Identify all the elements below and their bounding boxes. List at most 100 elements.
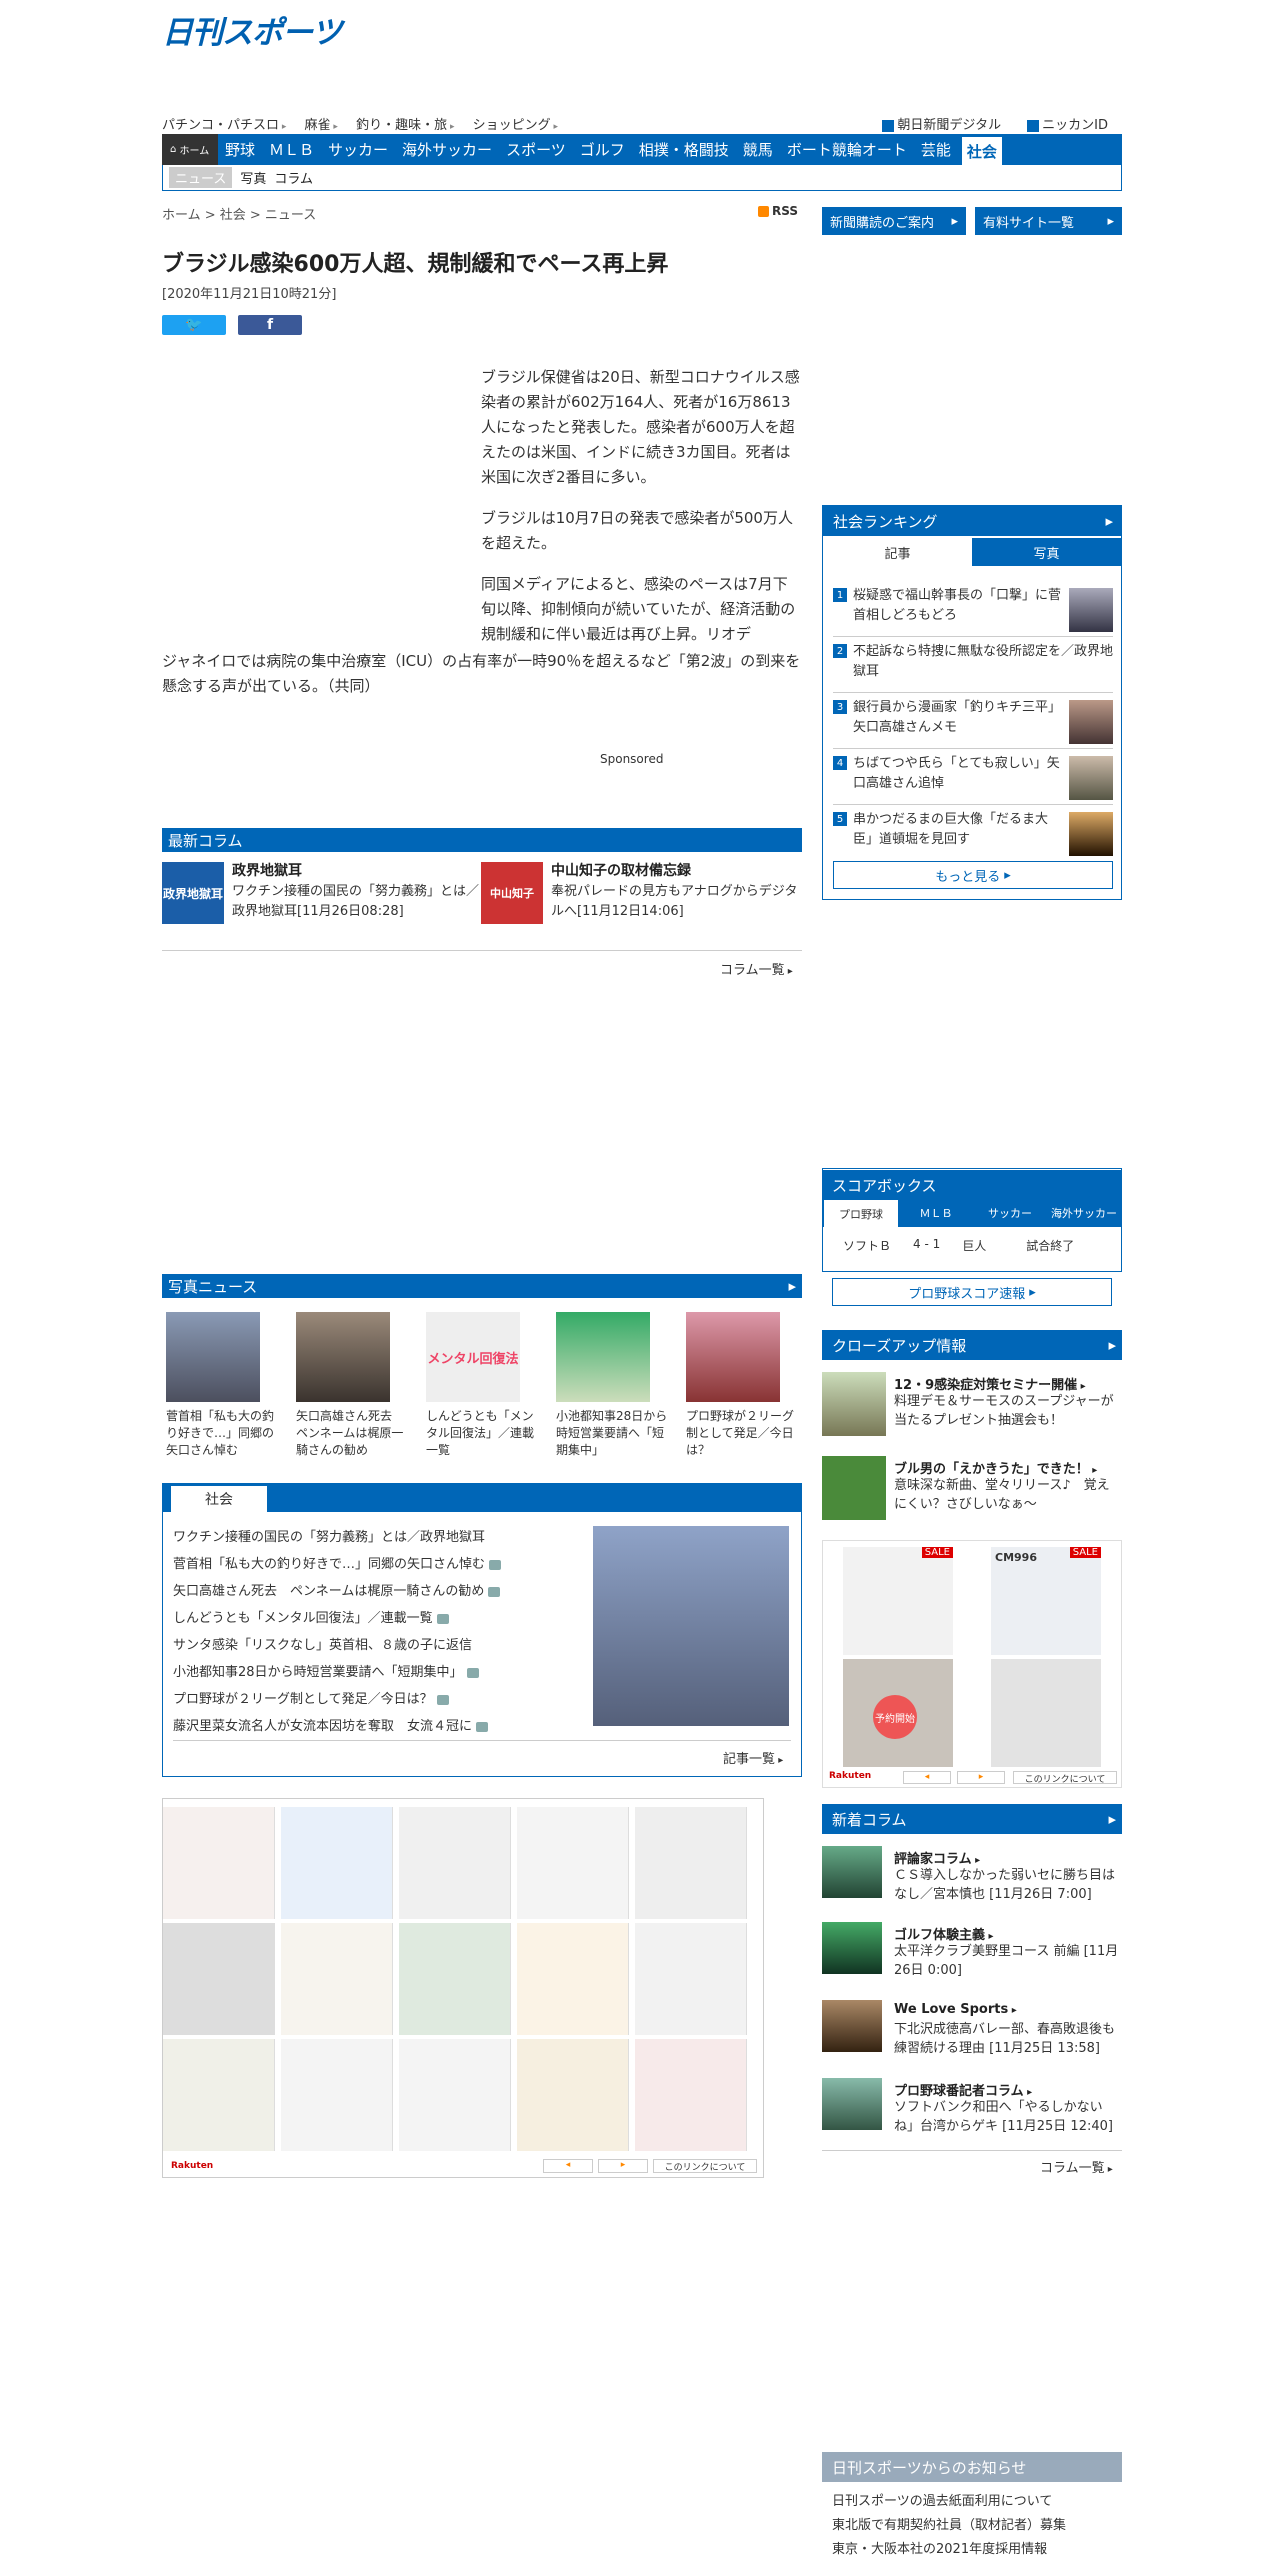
shopping-ad[interactable]: Rakuten ◂ ▸ このリンクについて [162,1798,764,2178]
closeup-item[interactable]: ブル男の「えかきうた」できた！意味深な新曲、堂々リリース♪ 覚えにくい？さびしい… [822,1456,1122,1526]
tab-society[interactable]: 社会 [171,1486,267,1512]
ad-product[interactable] [163,1923,275,2035]
subnav-column[interactable]: コラム [274,168,313,187]
ad-product[interactable]: 予約開始 [843,1659,953,1767]
ranking-more-button[interactable]: もっと見る [833,861,1113,889]
new-column-item[interactable]: We Love Sports 下北沢成徳高バレー部、春高敗退後も練習続ける理由 [… [822,2000,1122,2070]
column-item[interactable]: 中山知子 中山知子の取材備忘録 奉祝パレードの見方もアナログからデジタルへ[11… [481,860,801,930]
new-column-item[interactable]: ゴルフ体験主義太平洋クラブ美野里コース 前編 [11月26日 0:00] [822,1922,1122,1992]
nav-item[interactable]: ＭＬＢ [262,134,321,165]
utility-link[interactable]: 麻雀 [305,114,338,133]
nav-item[interactable]: 野球 [218,134,262,165]
ad-product[interactable] [991,1659,1101,1767]
tab-world-soccer[interactable]: 海外サッカー [1047,1199,1121,1227]
score-live-button[interactable]: プロ野球スコア速報 [832,1278,1112,1306]
ad-product[interactable] [517,1807,629,1919]
ad-next-button[interactable]: ▸ [957,1771,1005,1784]
ad-product[interactable] [399,2039,511,2151]
new-column-list-link[interactable]: コラム一覧 [1040,2157,1113,2176]
tab-articles[interactable]: 記事 [823,538,972,566]
tab-mlb[interactable]: ＭＬＢ [899,1199,973,1227]
list-item[interactable]: 藤沢里菜女流名人が女流本因坊を奪取 女流４冠に [173,1713,593,1740]
ad-product[interactable] [281,1807,393,1919]
ranking-item[interactable]: 4 ちばてつや氏ら「とても寂しい」矢口高雄さん追悼 [833,754,1113,804]
list-item[interactable]: 小池都知事28日から時短営業要請へ「短期集中」 [173,1659,593,1686]
nav-item[interactable]: 芸能 [914,134,958,165]
ad-product[interactable]: SALE [843,1547,953,1655]
shoe-ad[interactable]: SALE CM996 SALE 予約開始 Rakuten ◂ ▸ このリンクについ… [822,1540,1122,1788]
photo-news-item[interactable]: 菅首相「私も大の釣り好きで…」同郷の矢口さん悼む [166,1312,278,1459]
ad-prev-button[interactable]: ◂ [903,1771,951,1784]
column-list-link[interactable]: コラム一覧 [720,959,793,978]
ad-product[interactable] [517,2039,629,2151]
list-item[interactable]: ワクチン接種の国民の「努力義務」とは／政界地獄耳 [173,1524,593,1551]
photo-news-item[interactable]: プロ野球が２リーグ制として発足／今日は？ [686,1312,798,1459]
society-feature-photo[interactable] [593,1526,789,1726]
photo-news-item[interactable]: 矢口高雄さん死去 ペンネームは梶原一騎さんの勧め [296,1312,408,1459]
new-column-header[interactable]: 新着コラム [822,1804,1122,1834]
ad-product[interactable] [281,2039,393,2151]
ad-product[interactable]: CM996 SALE [991,1547,1101,1655]
subnav-news[interactable]: ニュース [169,167,233,188]
photo-news-item[interactable]: メンタル回復法 しんどうとも「メンタル回復法」／連載一覧 [426,1312,538,1459]
breadcrumb[interactable]: ホーム > 社会 > ニュース [162,204,316,223]
notice-item[interactable]: 東北版で有期契約社員（取材記者）募集 [822,2514,1122,2538]
subscribe-button[interactable]: 新聞購読のご案内 ▸ [822,207,966,235]
closeup-header[interactable]: クローズアップ情報 [822,1330,1122,1360]
nav-item-active[interactable]: 社会 [961,137,1002,165]
tab-photos[interactable]: 写真 [972,538,1121,566]
list-item[interactable]: しんどうとも「メンタル回復法」／連載一覧 [173,1605,593,1632]
ranking-header[interactable]: 社会ランキング [823,506,1121,536]
notice-item[interactable]: 東京・大阪本社の2021年度採用情報 [822,2538,1122,2562]
site-logo[interactable]: 日刊スポーツ [162,12,362,51]
ad-next-button[interactable]: ▸ [598,2159,648,2173]
nav-item[interactable]: 海外サッカー [395,134,499,165]
utility-link[interactable]: ショッピング [473,114,558,133]
utility-link[interactable]: パチンコ・パチスロ [162,114,286,133]
twitter-share-button[interactable]: 🐦 [162,315,226,335]
ad-prev-button[interactable]: ◂ [543,2159,593,2173]
subnav-photo[interactable]: 写真 [240,168,266,187]
ad-product[interactable] [399,1807,511,1919]
facebook-share-button[interactable]: f [238,315,302,335]
rss-link[interactable]: RSS [758,204,798,218]
ranking-item[interactable]: 5 串かつだるまの巨大像「だるま大臣」道頓堀を見回す [833,810,1113,860]
new-column-item[interactable]: プロ野球番記者コラムソフトバンク和田へ「やるしかないね」台湾からゲキ [11月2… [822,2078,1122,2148]
column-item[interactable]: 政界地獄耳 政界地獄耳 ワクチン接種の国民の「努力義務」とは／政界地獄耳[11月… [162,860,482,930]
list-item[interactable]: プロ野球が２リーグ制として発足／今日は？ [173,1686,593,1713]
ranking-item[interactable]: 3 銀行員から漫画家「釣りキチ三平」矢口高雄さんメモ [833,698,1113,748]
ad-product[interactable] [163,1807,275,1919]
asahi-link[interactable]: 朝日新聞デジタル [882,114,1001,133]
ranking-item[interactable]: 1 桜疑惑で福山幹事長の「口撃」に菅首相しどろもどろ [833,586,1113,636]
ad-about-link[interactable]: このリンクについて [1013,1771,1117,1785]
ad-product[interactable] [635,2039,747,2151]
new-column-item[interactable]: 評論家コラムＣＳ導入しなかった弱いセに勝ち目はなし／宮本慎也 [11月26日 7… [822,1846,1122,1916]
nav-home[interactable]: ⌂ ホーム [162,134,218,165]
ad-product[interactable] [635,1923,747,2035]
article-list-link[interactable]: 記事一覧 [723,1748,783,1767]
list-item[interactable]: サンタ感染「リスクなし」英首相、８歳の子に返信 [173,1632,593,1659]
list-item[interactable]: 菅首相「私も大の釣り好きで…」同郷の矢口さん悼む [173,1551,593,1578]
photo-news-item[interactable]: 小池都知事28日から時短営業要請へ「短期集中」 [556,1312,668,1459]
nav-item[interactable]: スポーツ [499,134,573,165]
ad-product[interactable] [399,1923,511,2035]
score-row[interactable]: ソフトＢ 4 - 1 巨人 試合終了 [843,1237,1074,1254]
nav-item[interactable]: ゴルフ [573,134,632,165]
paid-sites-button[interactable]: 有料サイト一覧 ▸ [975,207,1122,235]
closeup-item[interactable]: 12・9感染症対策セミナー開催料理デモ＆サーモスのスープジャーが当たるプレゼント… [822,1372,1122,1442]
nav-item[interactable]: サッカー [321,134,395,165]
photo-news-header[interactable]: 写真ニュース [162,1274,802,1298]
ad-product[interactable] [163,2039,275,2151]
nav-item[interactable]: 相撲・格闘技 [632,134,736,165]
tab-soccer[interactable]: サッカー [973,1199,1047,1227]
ad-about-link[interactable]: このリンクについて [653,2159,757,2173]
nav-item[interactable]: 競馬 [736,134,780,165]
nav-item[interactable]: ボート競輪オート [780,134,914,165]
utility-link[interactable]: 釣り・趣味・旅 [356,114,454,133]
ad-product[interactable] [281,1923,393,2035]
ad-product[interactable] [517,1923,629,2035]
ad-product[interactable] [635,1807,747,1919]
list-item[interactable]: 矢口高雄さん死去 ペンネームは梶原一騎さんの勧め [173,1578,593,1605]
ranking-item[interactable]: 2 不起訴なら特捜に無駄な役所認定を／政界地獄耳 [833,642,1113,692]
tab-pro-baseball[interactable]: プロ野球 [823,1199,899,1227]
